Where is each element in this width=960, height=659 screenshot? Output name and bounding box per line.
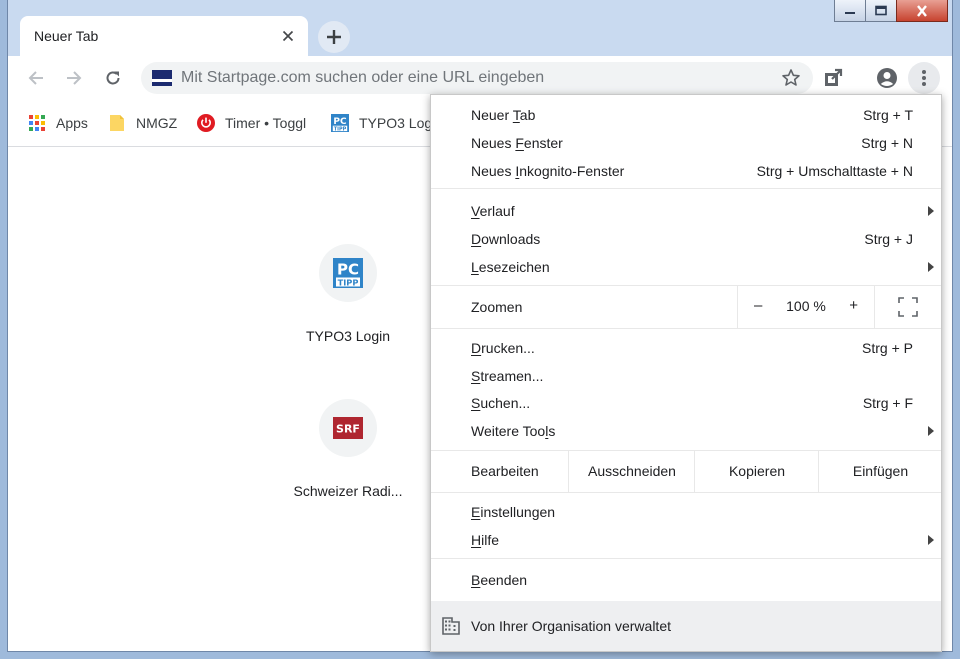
copy-button[interactable]: Kopieren	[694, 450, 819, 492]
menu-separator	[431, 558, 941, 559]
bookmark-toggl[interactable]: Timer • Toggl	[197, 100, 306, 146]
new-tab-button[interactable]	[318, 21, 350, 53]
pctipp-icon: PCTIPP	[333, 258, 363, 288]
menu-separator	[431, 328, 941, 329]
tab-strip: Neuer Tab	[8, 0, 952, 56]
shortcut-label: Strg + P	[862, 340, 913, 356]
managed-by-organization[interactable]: Von Ihrer Organisation verwaltet	[431, 601, 941, 651]
menu-item-settings[interactable]: Einstellungen	[431, 498, 941, 526]
shortcut-label: Strg + Umschalttaste + N	[756, 163, 913, 179]
svg-text:PC: PC	[333, 117, 347, 127]
shortcut-label: Strg + J	[864, 231, 913, 247]
submenu-arrow-icon	[928, 206, 934, 216]
forward-button[interactable]	[62, 66, 86, 90]
svg-text:PC: PC	[337, 261, 359, 279]
menu-item-cast[interactable]: Streamen...	[431, 362, 941, 390]
menu-edit-row: Bearbeiten Ausschneiden Kopieren Einfüge…	[431, 450, 941, 492]
reload-button[interactable]	[101, 66, 125, 90]
cut-button[interactable]: Ausschneiden	[568, 450, 695, 492]
tile-icon-circle: PC TIPP	[319, 244, 377, 302]
zoom-label: Zoomen	[471, 299, 523, 315]
menu-item-bookmarks[interactable]: Lesezeichen	[431, 253, 941, 281]
fullscreen-icon[interactable]	[897, 296, 919, 318]
startpage-icon	[152, 70, 172, 86]
reload-icon	[106, 71, 120, 85]
menu-item-help[interactable]: Hilfe	[431, 526, 941, 554]
menu-item-exit[interactable]: Beenden	[431, 566, 941, 594]
menu-item-new-tab[interactable]: Neuer Tab Strg + T	[431, 101, 941, 129]
managed-text: Von Ihrer Organisation verwaltet	[471, 618, 671, 634]
menu-item-new-incognito-window[interactable]: Neues Inkognito-Fenster Strg + Umschaltt…	[431, 157, 941, 185]
srf-logo-icon: SRF	[333, 417, 363, 439]
most-visited-tile-srf[interactable]: SRF Schweizer Radi...	[273, 399, 423, 499]
omnibox-placeholder: Mit Startpage.com suchen oder eine URL e…	[181, 69, 545, 86]
submenu-arrow-icon	[928, 535, 934, 545]
profile-button[interactable]	[875, 66, 899, 90]
svg-text:TIPP: TIPP	[334, 126, 347, 132]
menu-item-history[interactable]: Verlauf	[431, 197, 941, 225]
menu-button[interactable]	[908, 62, 940, 94]
more-vert-icon	[922, 70, 926, 86]
omnibox[interactable]: Mit Startpage.com suchen oder eine URL e…	[141, 62, 813, 94]
menu-separator	[431, 188, 941, 189]
menu-item-print[interactable]: Drucken... Strg + P	[431, 334, 941, 362]
tab-close-icon[interactable]	[282, 27, 294, 45]
bookmark-typo3[interactable]: PC TIPP TYPO3 Log	[331, 100, 432, 146]
most-visited-tile-typo3[interactable]: PC TIPP TYPO3 Login	[273, 244, 423, 344]
svg-text:SRF: SRF	[336, 423, 360, 436]
bookmark-label: Apps	[56, 115, 88, 131]
bookmark-apps[interactable]: Apps	[28, 100, 88, 146]
bookmark-nmgz[interactable]: NMGZ	[108, 100, 177, 146]
bookmark-label: Timer • Toggl	[225, 115, 307, 131]
external-link-icon	[825, 68, 843, 86]
toggl-power-icon	[197, 114, 215, 132]
bookmark-label: NMGZ	[136, 115, 178, 131]
folder-icon	[108, 114, 126, 132]
tile-icon-circle: SRF	[319, 399, 377, 457]
plus-icon	[327, 30, 341, 44]
submenu-arrow-icon	[928, 426, 934, 436]
zoom-controls: – 100 % +	[737, 286, 875, 328]
pctipp-icon: PCTIPP	[331, 114, 349, 132]
zoom-in-button[interactable]: +	[849, 297, 858, 314]
apps-grid-icon	[28, 114, 46, 132]
bookmark-label: TYPO3 Log	[359, 115, 433, 131]
menu-separator	[431, 492, 941, 493]
edit-label: Bearbeiten	[471, 463, 539, 479]
building-icon	[442, 617, 460, 635]
back-button[interactable]	[24, 66, 48, 90]
shortcut-label: Strg + T	[863, 107, 913, 123]
menu-item-downloads[interactable]: Downloads Strg + J	[431, 225, 941, 253]
tab-title: Neuer Tab	[34, 28, 99, 44]
shortcut-label: Strg + N	[861, 135, 913, 151]
tile-label: Schweizer Radi...	[293, 483, 403, 499]
account-icon	[877, 68, 897, 88]
menu-item-find[interactable]: Suchen... Strg + F	[431, 389, 941, 417]
paste-button[interactable]: Einfügen	[818, 450, 942, 492]
forward-arrow-icon	[67, 71, 82, 85]
tile-label: TYPO3 Login	[305, 328, 391, 344]
tab-neuer-tab[interactable]: Neuer Tab	[20, 16, 308, 56]
menu-zoom-row: Zoomen – 100 % +	[431, 286, 941, 328]
back-arrow-icon	[28, 71, 43, 85]
bookmark-star-icon[interactable]	[781, 68, 801, 91]
chrome-app-menu: Neuer Tab Strg + T Neues Fenster Strg + …	[430, 94, 942, 652]
svg-text:TIPP: TIPP	[338, 277, 359, 287]
shortcut-label: Strg + F	[862, 395, 913, 411]
submenu-arrow-icon	[928, 262, 934, 272]
share-extension-button[interactable]	[821, 66, 845, 90]
menu-item-new-window[interactable]: Neues Fenster Strg + N	[431, 129, 941, 157]
menu-item-more-tools[interactable]: Weitere Tools	[431, 417, 941, 445]
